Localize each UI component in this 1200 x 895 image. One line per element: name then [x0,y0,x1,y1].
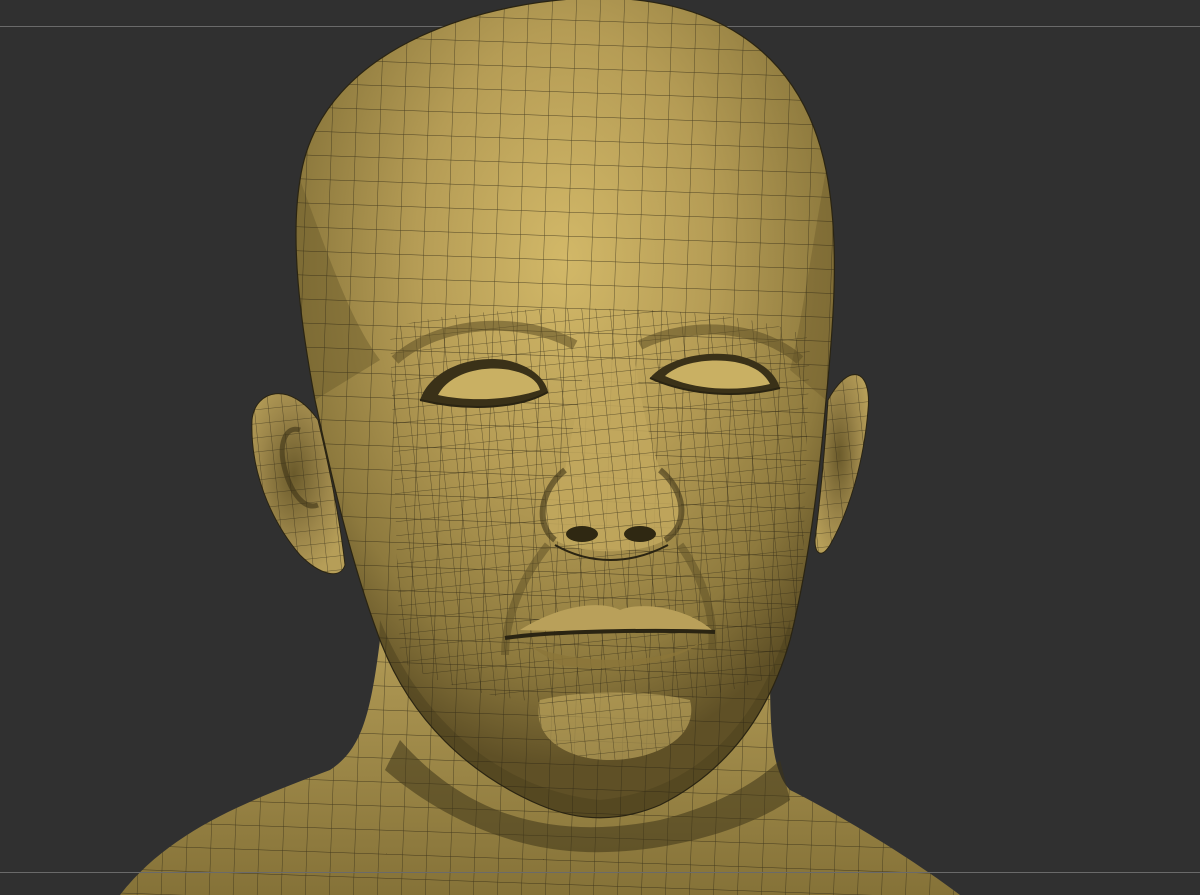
right-nostril [624,526,656,542]
head-mesh-model[interactable] [0,0,1200,895]
viewport-bottom-guide-line [0,872,1200,873]
sculpt-viewport[interactable] [0,0,1200,895]
left-nostril [566,526,598,542]
